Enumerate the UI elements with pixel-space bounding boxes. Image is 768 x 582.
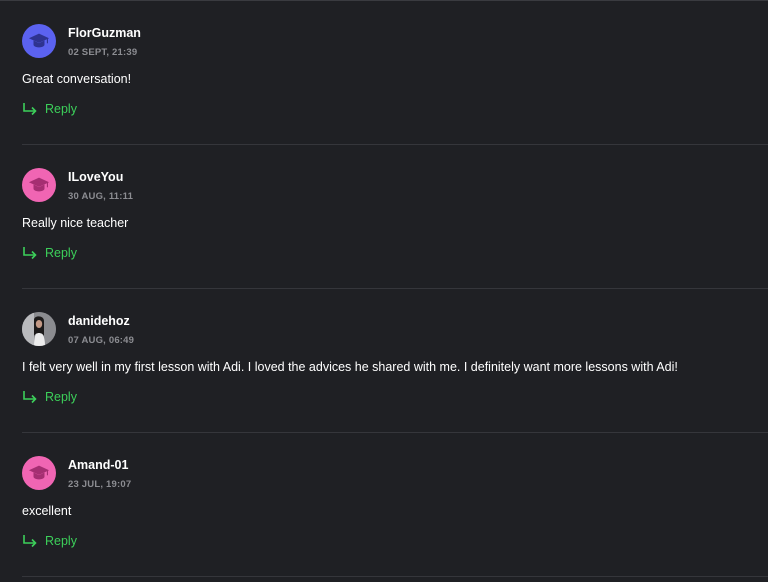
reply-label: Reply — [45, 534, 77, 548]
comment-date: 02 SEPT, 21:39 — [68, 47, 138, 58]
comment-date: 23 JUL, 19:07 — [68, 479, 132, 490]
reply-button[interactable]: Reply — [22, 390, 77, 404]
avatar[interactable] — [22, 312, 56, 346]
graduation-cap-icon — [28, 33, 50, 48]
comment-text: excellent — [22, 504, 72, 518]
comment-item: Amand-01 23 JUL, 19:07 excellent Reply — [22, 433, 768, 577]
reply-label: Reply — [45, 246, 77, 260]
comment-date: 07 AUG, 06:49 — [68, 335, 135, 346]
comment-item: ILoveYou 30 AUG, 11:11 Really nice teach… — [22, 145, 768, 289]
profile-photo — [22, 312, 56, 346]
graduation-cap-icon — [28, 177, 50, 192]
reply-button[interactable]: Reply — [22, 534, 77, 548]
comment-author[interactable]: danidehoz — [68, 314, 130, 328]
comment-item: FlorGuzman 02 SEPT, 21:39 Great conversa… — [22, 1, 768, 145]
reply-arrow-icon — [23, 247, 37, 260]
avatar[interactable] — [22, 24, 56, 58]
avatar[interactable] — [22, 456, 56, 490]
comment-text: I felt very well in my first lesson with… — [22, 360, 678, 374]
reply-arrow-icon — [23, 535, 37, 548]
reply-label: Reply — [45, 390, 77, 404]
comment-author[interactable]: Amand-01 — [68, 458, 128, 472]
comment-item: danidehoz 07 AUG, 06:49 I felt very well… — [22, 289, 768, 433]
comment-date: 30 AUG, 11:11 — [68, 191, 134, 202]
comment-text: Really nice teacher — [22, 216, 129, 230]
comment-author[interactable]: ILoveYou — [68, 170, 123, 184]
comment-author[interactable]: FlorGuzman — [68, 26, 141, 40]
avatar[interactable] — [22, 168, 56, 202]
comment-text: Great conversation! — [22, 72, 132, 86]
graduation-cap-icon — [28, 465, 50, 480]
reply-button[interactable]: Reply — [22, 102, 77, 116]
reply-button[interactable]: Reply — [22, 246, 77, 260]
reply-arrow-icon — [23, 103, 37, 116]
reply-label: Reply — [45, 102, 77, 116]
comments-list: FlorGuzman 02 SEPT, 21:39 Great conversa… — [0, 0, 768, 582]
reply-arrow-icon — [23, 391, 37, 404]
